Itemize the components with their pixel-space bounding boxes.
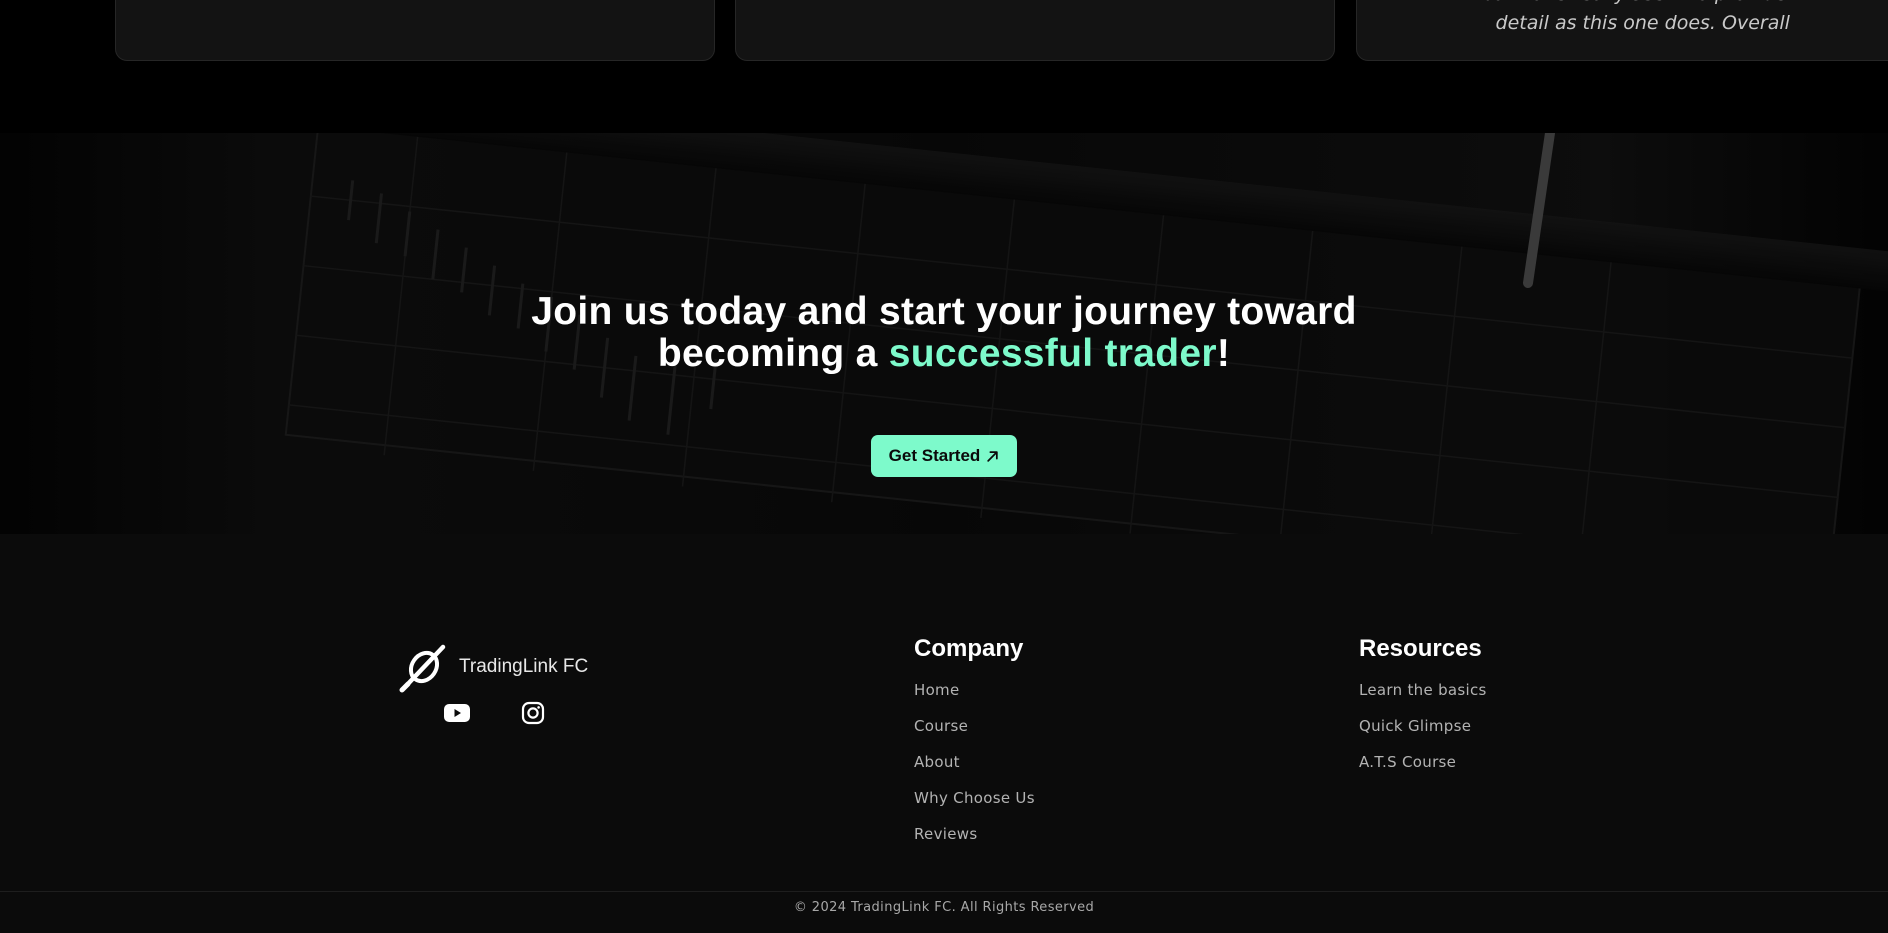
instagram-link[interactable] — [520, 700, 546, 726]
brand[interactable]: TradingLink FC — [399, 641, 588, 693]
footer-link-quick-glimpse[interactable]: Quick Glimpse — [1359, 716, 1487, 736]
footer-resources-column: Resources Learn the basics Quick Glimpse… — [1359, 634, 1487, 788]
brand-name: TradingLink FC — [459, 656, 589, 677]
cta-section: Join us today and start your journey tow… — [0, 133, 1888, 534]
footer-divider — [0, 891, 1888, 892]
get-started-button[interactable]: Get Started — [871, 435, 1017, 477]
review-text-line: but none really seem to provide as much … — [1386, 0, 1792, 9]
footer-link-course[interactable]: Course — [914, 716, 1035, 736]
company-heading: Company — [914, 635, 1024, 662]
cta-heading-prefix: becoming a — [657, 332, 889, 375]
chain-link-logo-icon — [399, 644, 446, 693]
footer-link-about[interactable]: About — [914, 752, 1035, 772]
resources-heading: Resources — [1359, 635, 1482, 662]
youtube-link[interactable] — [444, 700, 470, 726]
footer-link-home[interactable]: Home — [914, 680, 1035, 700]
review-text-line: detail as this one does. Overall really … — [1495, 12, 1792, 34]
cta-heading: Join us today and start your journey tow… — [444, 291, 1444, 375]
get-started-label: Get Started — [888, 446, 981, 465]
cta-heading-suffix: ! — [1216, 332, 1231, 375]
cta-heading-accent: successful trader — [888, 332, 1217, 375]
review-text: but none really seem to provide as much … — [1386, 0, 1792, 38]
footer-company-column: Company Home Course About Why Choose Us … — [914, 634, 1035, 860]
copyright-text: © 2024 TradingLink FC. All Rights Reserv… — [793, 900, 1095, 915]
youtube-icon — [444, 704, 470, 722]
review-card — [115, 0, 715, 61]
site-footer: TradingLink FC Company Home Course About… — [0, 534, 1888, 933]
cta-content: Join us today and start your journey tow… — [0, 133, 1888, 534]
review-card-text-clip: but none really seem to provide as much … — [1356, 0, 1792, 61]
footer-link-reviews[interactable]: Reviews — [914, 824, 1035, 844]
reviews-section: but none really seem to provide as much … — [0, 0, 1888, 133]
arrow-up-right-icon — [987, 450, 999, 462]
cta-heading-line1: Join us today and start your journey tow… — [531, 290, 1357, 333]
footer-link-why-choose-us[interactable]: Why Choose Us — [914, 788, 1035, 808]
social-links — [444, 700, 546, 726]
review-card — [735, 0, 1335, 61]
footer-link-ats-course[interactable]: A.T.S Course — [1359, 752, 1487, 772]
instagram-icon — [521, 701, 545, 725]
footer-link-learn-the-basics[interactable]: Learn the basics — [1359, 680, 1487, 700]
